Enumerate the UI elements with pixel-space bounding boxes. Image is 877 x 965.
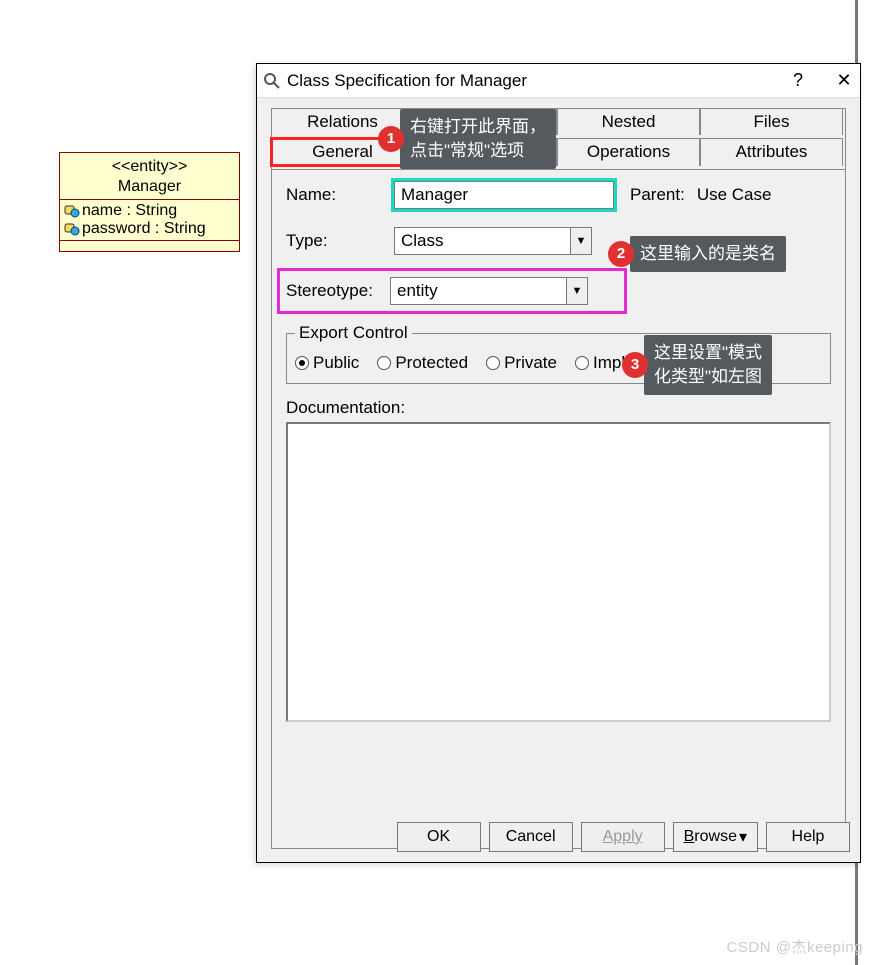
export-control-label: Export Control xyxy=(295,323,412,343)
uml-class-name: Manager xyxy=(60,177,239,197)
type-combo[interactable]: ▼ xyxy=(394,227,592,255)
parent-label: Parent: xyxy=(630,185,685,205)
documentation-textarea[interactable] xyxy=(286,422,831,722)
apply-button[interactable]: Apply xyxy=(581,822,665,852)
uml-attr-text: name : String xyxy=(82,202,177,220)
dialog-title: Class Specification for Manager xyxy=(287,71,788,91)
callout-text: 右键打开此界面， 点击"常规"选项 xyxy=(400,109,556,169)
type-label: Type: xyxy=(286,231,394,251)
callout-2: 2 这里输入的是类名 xyxy=(608,236,786,272)
tab-nested[interactable]: Nested xyxy=(557,108,700,135)
watermark: CSDN @杰keeping xyxy=(727,936,863,957)
help-button[interactable]: Help xyxy=(766,822,850,852)
callout-3: 3 这里设置"模式 化类型"如左图 xyxy=(622,335,772,395)
magnifier-icon xyxy=(263,72,281,90)
chevron-down-icon[interactable]: ▼ xyxy=(570,227,592,255)
radio-public[interactable]: Public xyxy=(295,353,359,373)
dialog-titlebar[interactable]: Class Specification for Manager ? ✕ xyxy=(257,64,860,98)
uml-class-header: <<entity>> Manager xyxy=(60,153,239,200)
radio-private[interactable]: Private xyxy=(486,353,557,373)
tab-container: Relations Components Nested Files Genera… xyxy=(271,108,846,170)
tab-files[interactable]: Files xyxy=(700,108,843,135)
callout-number: 2 xyxy=(608,241,634,267)
chevron-down-icon[interactable]: ▼ xyxy=(566,277,588,305)
radio-protected[interactable]: Protected xyxy=(377,353,468,373)
close-button[interactable]: ✕ xyxy=(834,70,854,91)
uml-stereotype: <<entity>> xyxy=(60,157,239,177)
tab-operations[interactable]: Operations xyxy=(557,138,700,166)
ok-button[interactable]: OK xyxy=(397,822,481,852)
radio-icon xyxy=(377,356,391,370)
parent-value: Use Case xyxy=(697,185,772,205)
callout-text: 这里输入的是类名 xyxy=(630,236,786,272)
attribute-icon xyxy=(64,204,80,218)
type-value[interactable] xyxy=(394,227,570,255)
class-spec-dialog: Class Specification for Manager ? ✕ Rela… xyxy=(256,63,861,863)
radio-icon xyxy=(575,356,589,370)
uml-attributes: name : String password : String xyxy=(60,200,239,241)
button-bar: OK Cancel Apply Browse▾ Help xyxy=(257,822,860,852)
name-label: Name: xyxy=(286,185,394,205)
documentation-label: Documentation: xyxy=(286,398,831,418)
callout-number: 1 xyxy=(378,126,404,152)
name-input[interactable] xyxy=(394,181,614,209)
cancel-button[interactable]: Cancel xyxy=(489,822,573,852)
stereotype-label: Stereotype: xyxy=(286,281,390,301)
stereotype-combo[interactable]: ▼ xyxy=(390,277,588,305)
radio-icon xyxy=(295,356,309,370)
uml-operations-empty xyxy=(60,241,239,251)
stereotype-value[interactable] xyxy=(390,277,566,305)
callout-number: 3 xyxy=(622,352,648,378)
tab-attributes[interactable]: Attributes xyxy=(700,138,843,166)
uml-attribute-row: password : String xyxy=(64,220,235,238)
attribute-icon xyxy=(64,222,80,236)
callout-1: 1 右键打开此界面， 点击"常规"选项 xyxy=(378,109,556,169)
browse-button[interactable]: Browse▾ xyxy=(673,822,758,852)
uml-class-box: <<entity>> Manager name : String passwor… xyxy=(59,152,240,252)
uml-attribute-row: name : String xyxy=(64,202,235,220)
uml-attr-text: password : String xyxy=(82,220,206,238)
help-button[interactable]: ? xyxy=(788,70,808,91)
callout-text: 这里设置"模式 化类型"如左图 xyxy=(644,335,772,395)
radio-icon xyxy=(486,356,500,370)
chevron-down-icon: ▾ xyxy=(739,827,747,847)
